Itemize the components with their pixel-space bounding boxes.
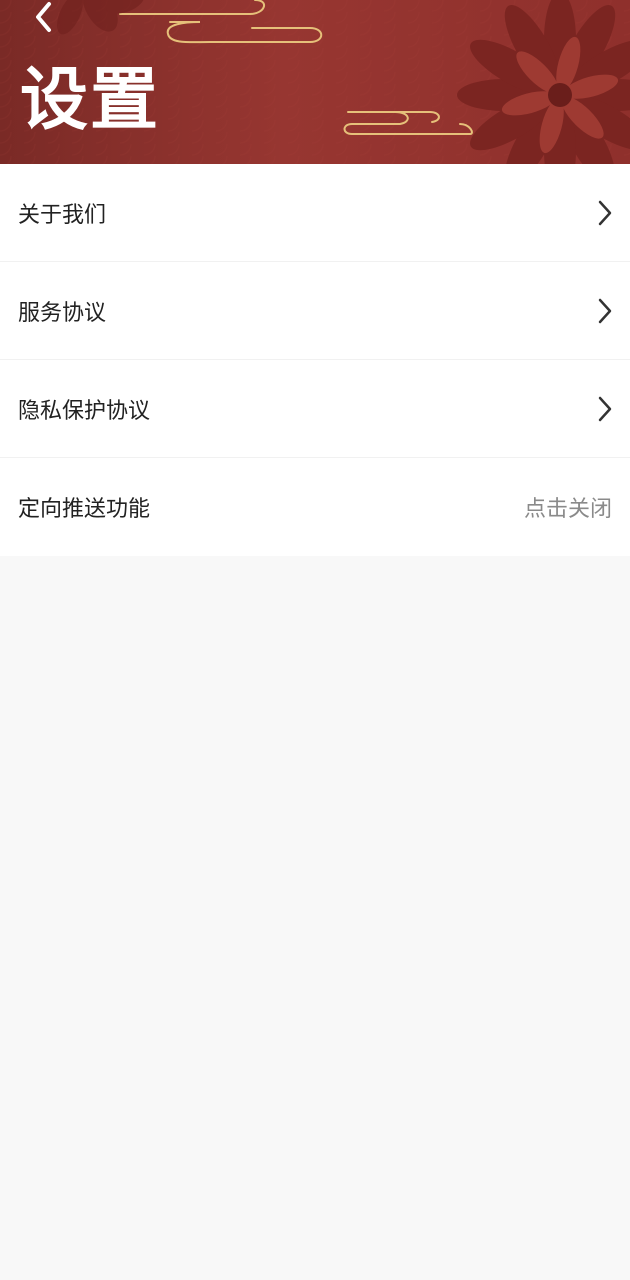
back-button[interactable] [24,0,64,34]
chevron-right-icon [598,396,612,421]
chevron-right-icon [598,298,612,323]
targeted-push-close-button[interactable]: 点击关闭 [524,491,612,523]
settings-item-privacy-agreement[interactable]: 隐私保护协议 [0,360,630,458]
header-banner: 设置 [0,0,630,164]
settings-item-label: 隐私保护协议 [18,398,151,424]
settings-item-service-agreement[interactable]: 服务协议 [0,262,630,360]
chevron-right-icon [598,200,612,225]
settings-item-label: 定向推送功能 [18,497,151,522]
settings-list: 关于我们 服务协议 隐私保护协议 定向推送功能 点击关闭 [0,164,630,556]
settings-item-about-us[interactable]: 关于我们 [0,164,630,262]
settings-item-targeted-push: 定向推送功能 点击关闭 [0,458,630,556]
settings-item-label: 服务协议 [18,300,107,326]
settings-item-label: 关于我们 [18,202,107,228]
chevron-left-icon [36,2,51,32]
page-title: 设置 [20,61,161,140]
